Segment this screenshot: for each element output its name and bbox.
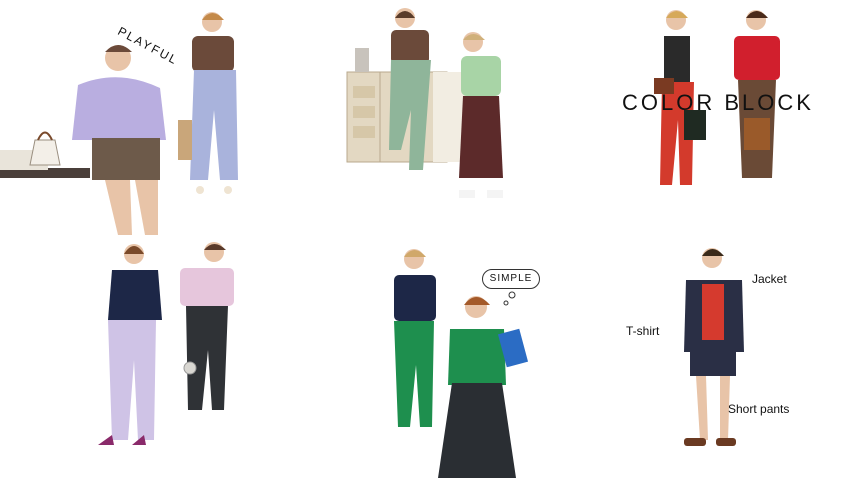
panel-kitchen (345, 0, 525, 210)
panel-playful: PLAYFUL (0, 0, 280, 239)
parts-illustration (684, 248, 744, 446)
simple-label: SIMPLE (489, 273, 533, 284)
parts-tshirt-label: T-shirt (626, 324, 660, 338)
parts-jacket-label: Jacket (752, 272, 787, 286)
panel-lavender (88, 240, 248, 460)
parts-short-pants-label: Short pants (728, 402, 790, 416)
panel-color-block: COLOR BLOCK (616, 0, 850, 215)
kitchen-illustration (346, 8, 503, 198)
lavender-illustration (98, 242, 234, 445)
color-block-label: COLOR BLOCK (622, 90, 814, 115)
panel-parts: T-shirt Jacket Short pants (620, 240, 850, 460)
panel-simple: SIMPLE (380, 245, 560, 478)
simple-bubble: SIMPLE (482, 269, 540, 289)
